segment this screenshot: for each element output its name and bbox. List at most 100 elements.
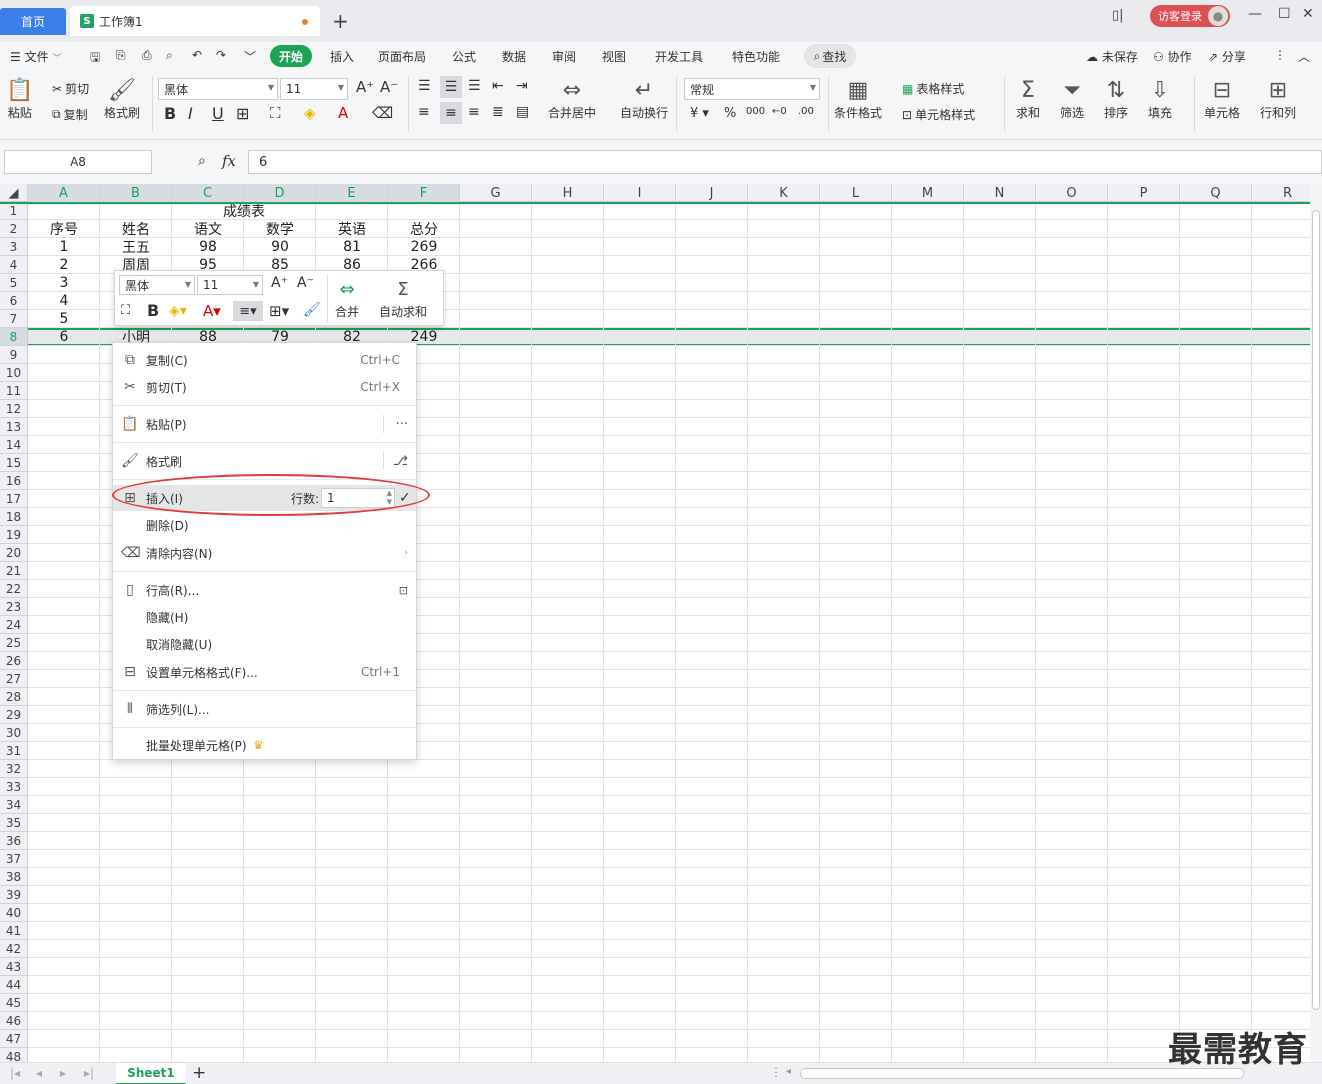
row-header-31[interactable]: 31: [0, 742, 28, 760]
copy-button[interactable]: ⧉ 复制: [52, 106, 88, 123]
row-header-26[interactable]: 26: [0, 652, 28, 670]
menu-item-batch[interactable]: 批量处理单元格(P) ♛: [113, 732, 416, 758]
column-header-E[interactable]: E: [316, 184, 388, 202]
tab-review[interactable]: 审阅: [552, 48, 576, 65]
share-button[interactable]: ⇗ 分享: [1208, 48, 1246, 65]
tab-view[interactable]: 视图: [602, 48, 626, 65]
menu-item-unhide[interactable]: 取消隐藏(U): [113, 631, 416, 657]
row-header-1[interactable]: 1: [0, 202, 28, 220]
tab-developer[interactable]: 开发工具: [655, 48, 703, 65]
mini-border-icon[interactable]: ⊞▾: [269, 302, 289, 320]
row-header-6[interactable]: 6: [0, 292, 28, 310]
row-header-32[interactable]: 32: [0, 760, 28, 778]
column-header-D[interactable]: D: [244, 184, 316, 202]
cell-style-button[interactable]: ⊡ 单元格样式: [902, 106, 975, 123]
row-header-37[interactable]: 37: [0, 850, 28, 868]
menu-item-paste[interactable]: 📋 粘贴(P) ···: [113, 411, 416, 437]
row-header-8[interactable]: 8: [0, 328, 28, 346]
row-header-4[interactable]: 4: [0, 256, 28, 274]
column-header-P[interactable]: P: [1108, 184, 1180, 202]
menu-item-cut[interactable]: ✂ 剪切(T) Ctrl+X: [113, 374, 416, 400]
cut-button[interactable]: ✂ 剪切: [52, 80, 89, 97]
maximize-icon[interactable]: ☐: [1278, 6, 1291, 22]
decrease-decimal-icon[interactable]: .00: [798, 106, 814, 117]
more-horizontal-icon[interactable]: ···: [396, 417, 408, 432]
row-header-39[interactable]: 39: [0, 886, 28, 904]
more-chevron-icon[interactable]: ﹀: [244, 48, 256, 65]
row-header-43[interactable]: 43: [0, 958, 28, 976]
vertical-scrollbar[interactable]: [1310, 184, 1322, 1062]
column-header-Q[interactable]: Q: [1180, 184, 1252, 202]
row-header-9[interactable]: 9: [0, 346, 28, 364]
row-header-30[interactable]: 30: [0, 724, 28, 742]
currency-icon[interactable]: ¥ ▾: [690, 106, 709, 121]
cell-A1[interactable]: 成绩表: [28, 202, 460, 220]
number-format-select[interactable]: 常规 ▼: [684, 78, 820, 100]
row-header-48[interactable]: 48: [0, 1048, 28, 1062]
row-header-35[interactable]: 35: [0, 814, 28, 832]
column-header-A[interactable]: A: [28, 184, 100, 202]
row-header-28[interactable]: 28: [0, 688, 28, 706]
auto-wrap-button[interactable]: ↵ 自动换行: [620, 76, 668, 121]
sheet-tab[interactable]: Sheet1: [116, 1063, 186, 1084]
menu-item-hide[interactable]: 隐藏(H): [113, 604, 416, 630]
column-header-M[interactable]: M: [892, 184, 964, 202]
italic-icon[interactable]: I: [188, 104, 193, 123]
column-header-I[interactable]: I: [604, 184, 676, 202]
align-bottom-icon[interactable]: ☰: [468, 78, 481, 94]
print-icon[interactable]: ⎙: [142, 48, 152, 63]
increase-font-icon[interactable]: A⁺: [356, 78, 374, 96]
row-header-11[interactable]: 11: [0, 382, 28, 400]
sum-button[interactable]: Σ 求和: [1016, 76, 1040, 121]
window-layout-icon[interactable]: ▯|: [1112, 8, 1124, 23]
row-header-19[interactable]: 19: [0, 526, 28, 544]
mini-fill-color-icon[interactable]: ◈▾: [169, 303, 187, 319]
format-painter-mini-icon[interactable]: ⎇: [393, 454, 408, 469]
fill-button[interactable]: ⇩ 填充: [1148, 76, 1172, 121]
row-header-27[interactable]: 27: [0, 670, 28, 688]
row-header-45[interactable]: 45: [0, 994, 28, 1012]
mini-increase-font-icon[interactable]: A⁺: [271, 275, 288, 291]
cell-A4[interactable]: 2: [28, 256, 100, 274]
tab-formula[interactable]: 公式: [452, 48, 476, 65]
cell-A8[interactable]: 6: [28, 328, 100, 346]
cell-A5[interactable]: 3: [28, 274, 100, 292]
underline-icon[interactable]: U: [212, 104, 224, 123]
sort-button[interactable]: ⇅ 排序: [1104, 76, 1128, 121]
row-header-20[interactable]: 20: [0, 544, 28, 562]
export-icon[interactable]: ⎘: [116, 48, 126, 63]
row-header-25[interactable]: 25: [0, 634, 28, 652]
menu-file[interactable]: ☰ 文件 ﹀: [10, 48, 61, 65]
cell-E3[interactable]: 81: [316, 238, 388, 256]
more-vertical-icon[interactable]: ⋮: [1274, 48, 1286, 62]
collab-button[interactable]: ⚇ 协作: [1153, 48, 1192, 65]
search-button[interactable]: ⌕ 查找: [804, 44, 856, 68]
close-icon[interactable]: ✕: [1302, 6, 1314, 22]
name-box[interactable]: A8: [4, 150, 152, 174]
row-header-2[interactable]: 2: [0, 220, 28, 238]
percent-icon[interactable]: %: [724, 106, 736, 121]
row-header-47[interactable]: 47: [0, 1030, 28, 1048]
row-header-10[interactable]: 10: [0, 364, 28, 382]
filter-button[interactable]: ⏷ 筛选: [1060, 76, 1084, 121]
add-sheet-plus-icon[interactable]: +: [192, 1063, 206, 1083]
cell-B2[interactable]: 姓名: [100, 220, 172, 238]
tab-page-layout[interactable]: 页面布局: [378, 48, 426, 65]
row-header-22[interactable]: 22: [0, 580, 28, 598]
cell-C3[interactable]: 98: [172, 238, 244, 256]
mini-bold-icon[interactable]: B: [147, 301, 159, 320]
border-icon[interactable]: ⊞: [236, 104, 249, 123]
row-header-40[interactable]: 40: [0, 904, 28, 922]
menu-item-clear[interactable]: ⌫ 清除内容(N) ›: [113, 540, 416, 566]
login-button[interactable]: 访客登录 ●: [1150, 5, 1230, 27]
vertical-scroll-thumb[interactable]: [1312, 210, 1320, 1010]
cell-F3[interactable]: 269: [388, 238, 460, 256]
mini-font-name-select[interactable]: 黑体 ▼: [119, 275, 195, 295]
mini-merge-button[interactable]: ⇔ 合并: [335, 275, 359, 320]
mini-font-color-icon[interactable]: A▾: [203, 302, 221, 320]
new-tab-plus-icon[interactable]: +: [332, 9, 349, 33]
row-header-42[interactable]: 42: [0, 940, 28, 958]
cell-B3[interactable]: 王五: [100, 238, 172, 256]
fx-icon[interactable]: fx: [222, 152, 236, 170]
row-header-36[interactable]: 36: [0, 832, 28, 850]
